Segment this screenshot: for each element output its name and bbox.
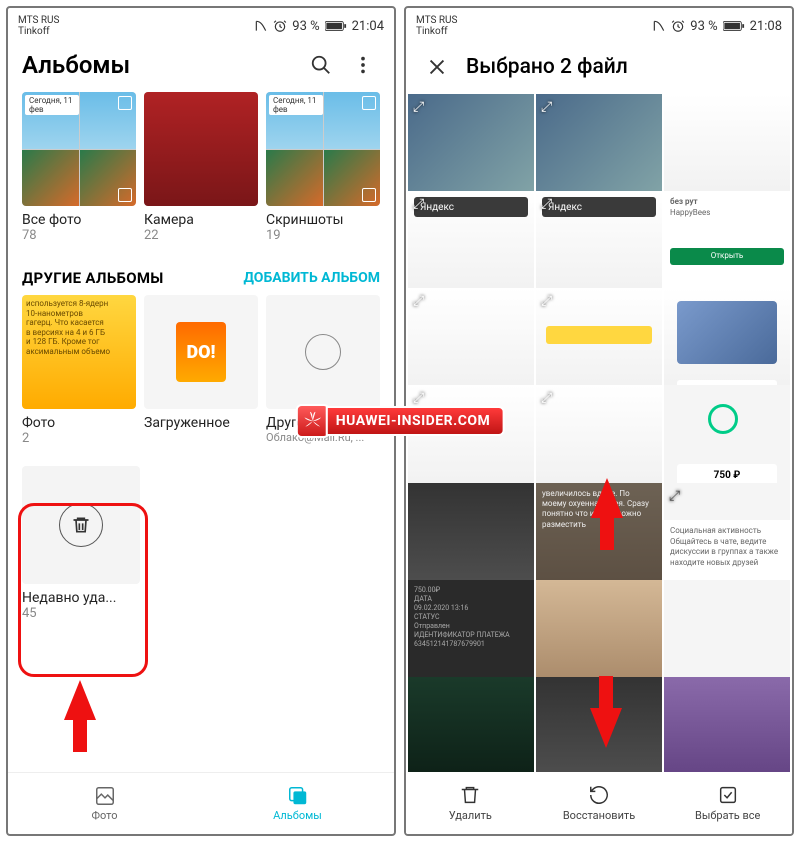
nav-photos[interactable]: Фото [8,773,201,834]
search-icon [310,54,332,76]
expand-icon: ⤢ [541,293,552,309]
select-all-icon [717,784,739,806]
select-all-button[interactable]: Выбрать все [663,772,792,834]
battery-icon [723,20,745,32]
expand-icon: ⤢ [413,293,424,309]
album-count: 2 [22,431,136,446]
expand-icon: ⤢ [413,196,424,212]
arrow-annotation [64,680,96,720]
huawei-logo-icon [296,404,330,438]
bottom-nav: Фото Альбомы [8,772,394,834]
header: Альбомы [8,40,394,92]
other-albums-header: ДРУГИЕ АЛЬБОМЫ ДОБАВИТЬ АЛЬБОМ [8,251,394,295]
status-bar: MTS RUS Tinkoff 93 % 21:08 [406,8,792,40]
alarm-icon [671,19,685,33]
photo-item[interactable] [664,677,790,772]
album-screenshots[interactable]: Сегодня, 11 фев Скриншоты 19 [266,92,380,243]
nav-albums[interactable]: Альбомы [201,773,394,834]
expand-icon: ⤢ [669,488,680,504]
carrier-2: Tinkoff [416,26,457,37]
battery-pct: 93 % [292,19,319,34]
album-count: 78 [22,228,136,243]
page-title: Альбомы [22,51,296,79]
action-bar: Удалить Восстановить Выбрать все [406,772,792,834]
selection-title: Выбрано 2 файл [466,55,628,79]
nfc-icon [254,19,268,33]
album-name: Все фото [22,212,136,228]
album-name: Скриншоты [266,212,380,228]
restore-icon [588,784,610,806]
photo-icon [94,785,116,807]
main-albums-row: Сегодня, 11 фев Все фото 78 Камера 22 Се… [8,92,394,251]
clock: 21:08 [750,19,782,34]
expand-icon: ⤢ [541,390,552,406]
photo-item[interactable] [408,677,534,772]
restore-button[interactable]: Восстановить [535,772,664,834]
trash-icon [459,784,481,806]
album-camera[interactable]: Камера 22 [144,92,258,243]
album-count: 19 [266,228,380,243]
album-name: Фото [22,415,136,431]
carrier-1: MTS RUS [416,15,457,26]
clock: 21:04 [352,19,384,34]
album-count: 45 [22,606,140,621]
expand-icon: ⤢ [541,196,552,212]
album-all-photos[interactable]: Сегодня, 11 фев Все фото 78 [22,92,136,243]
album-recently-deleted[interactable]: Недавно уда... 45 [22,466,140,621]
delete-button[interactable]: Удалить [406,772,535,834]
more-button[interactable] [346,48,380,82]
selection-header: Выбрано 2 файл [406,40,792,94]
album-name: Недавно уда... [22,590,140,606]
carrier-2: Tinkoff [18,26,59,37]
add-album-link[interactable]: ДОБАВИТЬ АЛЬБОМ [244,270,380,287]
album-downloaded[interactable]: DO! Загруженное [144,295,258,446]
trash-row: Недавно уда... 45 [8,466,394,629]
nfc-icon [652,19,666,33]
albums-icon [287,785,309,807]
expand-icon: ⤢ [413,99,424,115]
more-vertical-icon [352,54,374,76]
close-icon [426,56,448,78]
watermark: HUAWEI-INSIDER.COM [296,404,505,438]
close-button[interactable] [420,50,454,84]
arrow-annotation [591,478,623,518]
status-bar: MTS RUS Tinkoff 93 % 21:04 [8,8,394,40]
battery-pct: 93 % [690,19,717,34]
album-photo[interactable]: используется 8-ядерн10-нанометровгагерц.… [22,295,136,446]
trash-icon [71,515,91,535]
album-name: Загруженное [144,415,258,431]
arrow-annotation [590,708,622,748]
album-name: Камера [144,212,258,228]
battery-icon [325,20,347,32]
alarm-icon [273,19,287,33]
carrier-1: MTS RUS [18,15,59,26]
expand-icon: ⤢ [541,99,552,115]
search-button[interactable] [304,48,338,82]
section-title: ДРУГИЕ АЛЬБОМЫ [22,269,164,287]
album-count: 22 [144,228,258,243]
